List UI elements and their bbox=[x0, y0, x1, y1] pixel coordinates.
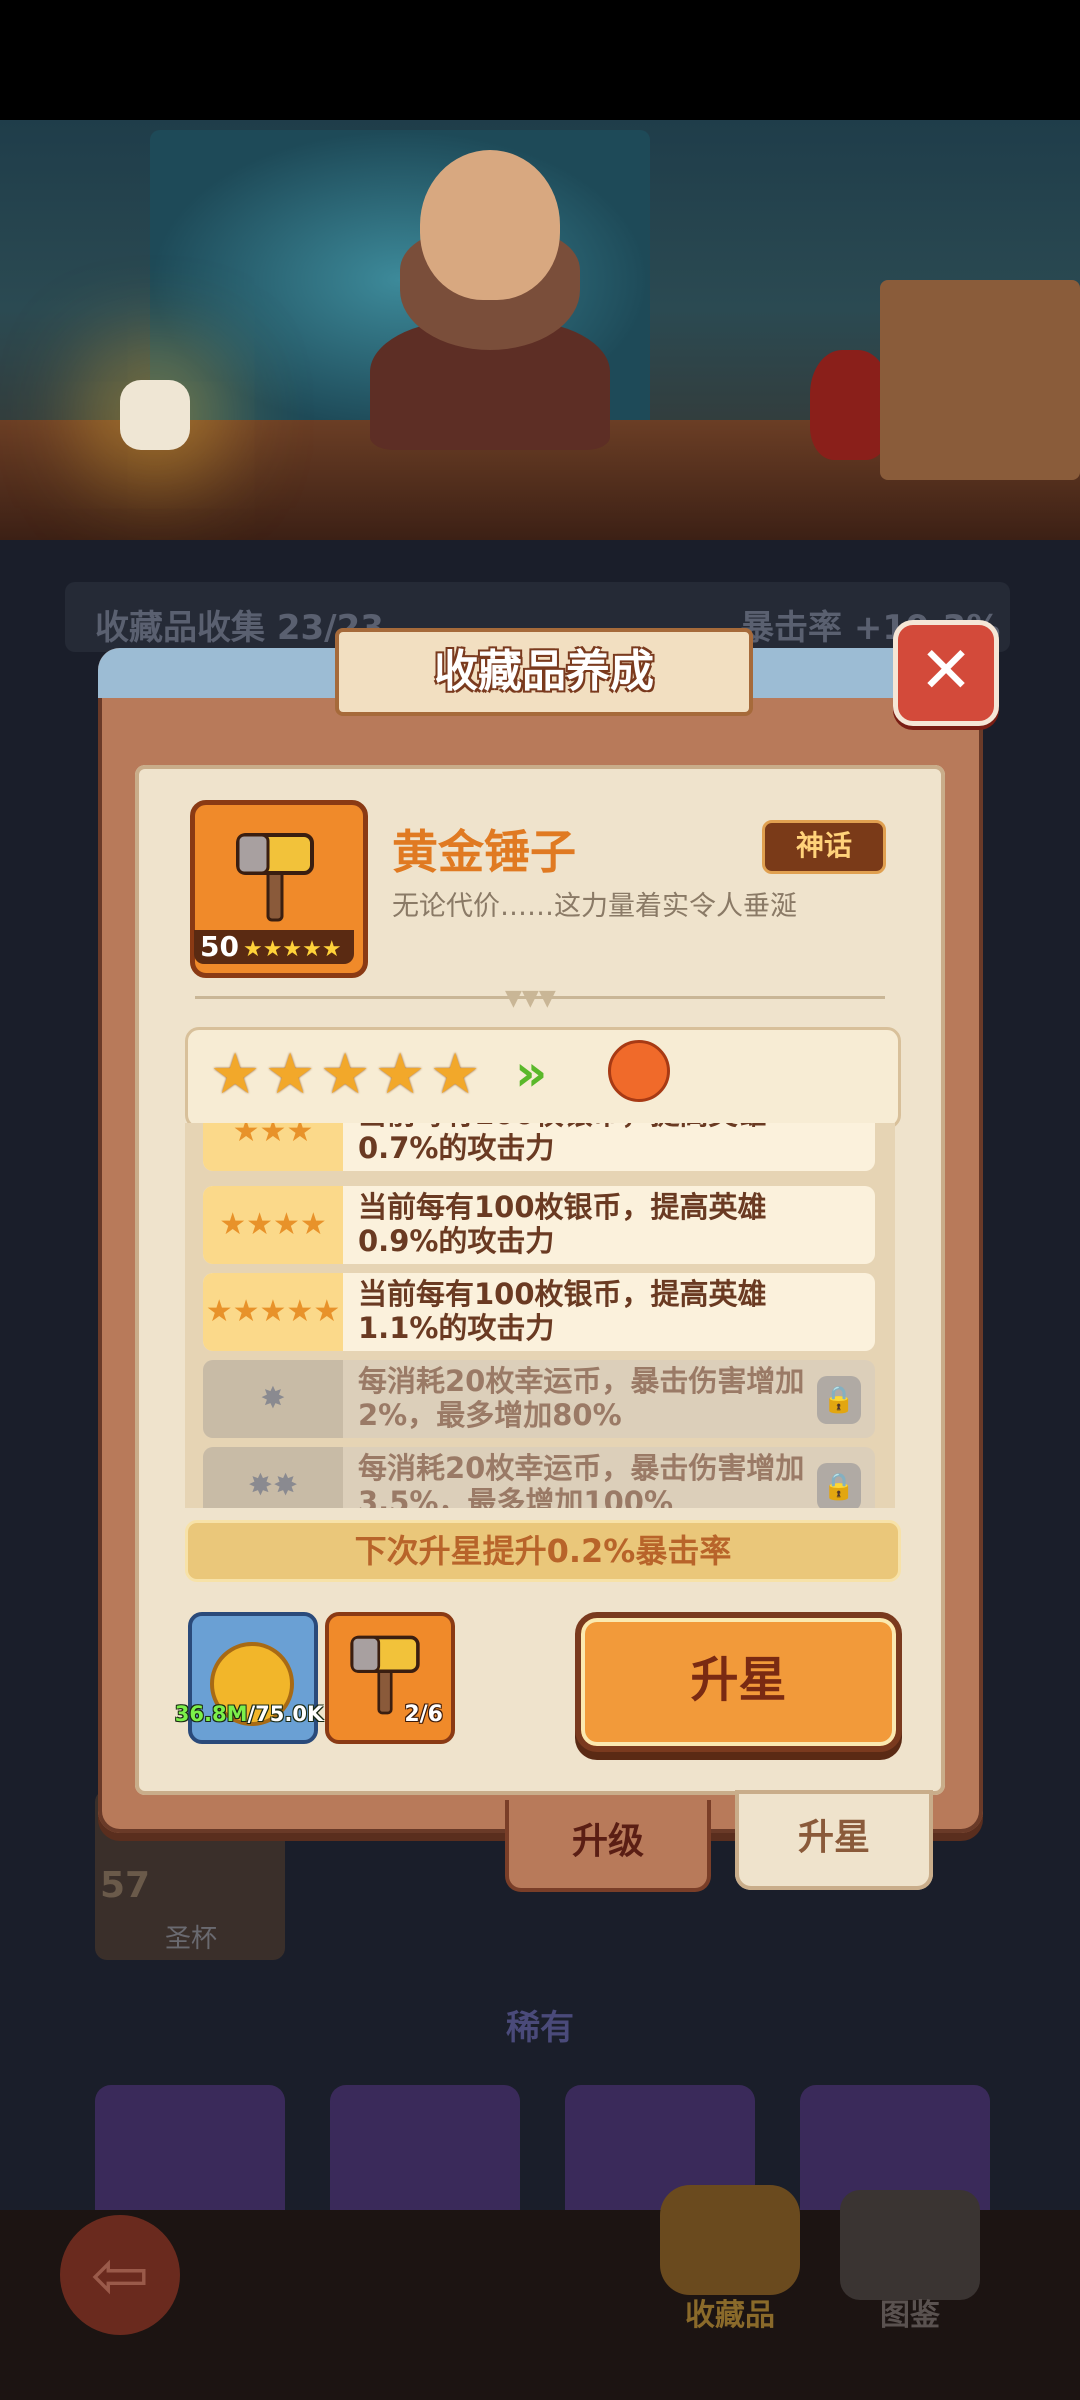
nav-atlas-label[interactable]: 图鉴 bbox=[840, 2290, 980, 2334]
list-item: ★★★★ 当前每有100枚银币，提高英雄0.9%的攻击力 bbox=[203, 1186, 875, 1264]
effect-stars: ★★★★ bbox=[203, 1186, 343, 1264]
item-level: 50 bbox=[200, 930, 239, 963]
status-bar bbox=[0, 0, 1080, 120]
dwarf-head bbox=[420, 150, 560, 300]
nav-collection-label[interactable]: 收藏品 bbox=[660, 2290, 800, 2334]
hammer-cost-count: 2/6 bbox=[404, 1702, 443, 1727]
effect-stars: ✸✸ bbox=[203, 1447, 343, 1508]
next-arrow-icon: » bbox=[515, 1044, 548, 1102]
star-icon: ★ bbox=[320, 1042, 371, 1107]
coin-cost-text: 36.8M/75.0K bbox=[166, 1702, 332, 1726]
list-item: ★★★★★ 当前每有100枚银币，提高英雄1.1%的攻击力 bbox=[203, 1273, 875, 1351]
effect-stars: ★★★ bbox=[203, 1123, 343, 1171]
effects-list[interactable]: ★★★ 当前每有100枚银币，提高英雄0.7%的攻击力 ★★★★ 当前每有100… bbox=[185, 1123, 895, 1508]
tab-star-up[interactable]: 升星 bbox=[735, 1790, 933, 1890]
effect-text: 当前每有100枚银币，提高英雄0.7%的攻击力 bbox=[358, 1123, 767, 1165]
star-icon: ★ bbox=[375, 1042, 426, 1107]
effect-text: 每消耗20枚幸运币，暴击伤害增加2%，最多增加80% bbox=[358, 1364, 805, 1432]
star-icon: ★ bbox=[265, 1042, 316, 1107]
list-item: ✸✸ 每消耗20枚幸运币，暴击伤害增加3.5%，最多增加100% 🔒 bbox=[203, 1447, 875, 1508]
rarity-badge: 神话 bbox=[762, 820, 886, 874]
nav-atlas-icon[interactable] bbox=[840, 2190, 980, 2300]
tab-level-up[interactable]: 升级 bbox=[505, 1800, 711, 1892]
list-item: ★★★ 当前每有100枚银币，提高英雄0.7%的攻击力 bbox=[203, 1123, 875, 1171]
card-name: 圣杯 bbox=[165, 1924, 218, 1954]
section-title-rare: 稀有 bbox=[506, 2008, 574, 2048]
card-level: 57 bbox=[100, 1865, 151, 1906]
lock-icon: 🔒 bbox=[817, 1376, 861, 1424]
item-level-badge: 50 ★★★★★ bbox=[194, 930, 354, 964]
treasure-chest-icon bbox=[880, 280, 1080, 480]
coin-required: /75.0K bbox=[247, 1702, 324, 1726]
lock-icon: 🔒 bbox=[817, 1463, 861, 1508]
star-up-button[interactable]: 升星 bbox=[575, 1612, 902, 1752]
star-icon: ★ bbox=[430, 1042, 481, 1107]
divider-ornament: ▼▼▼ bbox=[505, 986, 556, 1011]
list-item: ✸ 每消耗20枚幸运币，暴击伤害增加2%，最多增加80% 🔒 bbox=[203, 1360, 875, 1438]
effect-stars: ★★★★★ bbox=[203, 1273, 343, 1351]
back-arrow-icon[interactable]: ⇦ bbox=[60, 2215, 180, 2335]
effect-text: 当前每有100枚银币，提高英雄1.1%的攻击力 bbox=[358, 1277, 767, 1345]
shop-scene-illustration bbox=[0, 120, 1080, 540]
next-upgrade-info: 下次升星提升0.2%暴击率 bbox=[185, 1520, 901, 1582]
item-description: 无论代价……这力量着实令人垂涎 bbox=[392, 891, 797, 922]
effect-text: 当前每有100枚银币，提高英雄0.9%的攻击力 bbox=[358, 1190, 767, 1258]
nav-collection-icon[interactable] bbox=[660, 2185, 800, 2295]
coin-owned: 36.8M bbox=[174, 1702, 248, 1726]
potion-bottle-icon bbox=[810, 350, 890, 460]
next-tier-star-icon bbox=[608, 1040, 670, 1102]
dialog-title: 收藏品养成 bbox=[335, 628, 753, 716]
golden-hammer-icon bbox=[236, 833, 314, 922]
star-icon: ★ bbox=[210, 1042, 261, 1107]
close-button[interactable]: ✕ bbox=[893, 620, 999, 726]
item-level-stars: ★★★★★ bbox=[242, 937, 342, 962]
effect-text: 每消耗20枚幸运币，暴击伤害增加3.5%，最多增加100% bbox=[358, 1451, 805, 1508]
item-name: 黄金锤子 bbox=[392, 825, 576, 879]
candle-icon bbox=[120, 380, 190, 450]
effect-stars: ✸ bbox=[203, 1360, 343, 1438]
